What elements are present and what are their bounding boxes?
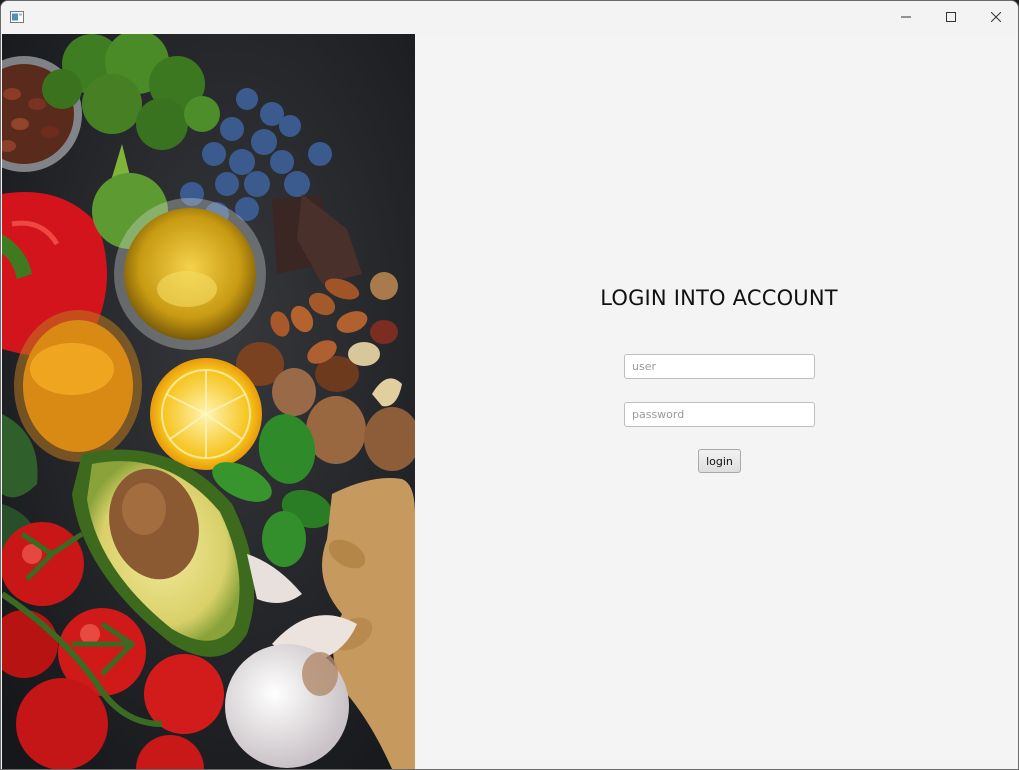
food-image	[2, 34, 415, 769]
login-button[interactable]: login	[698, 449, 741, 473]
maximize-icon	[946, 12, 956, 22]
minimize-button[interactable]	[883, 1, 929, 33]
close-button[interactable]	[973, 1, 1018, 33]
password-input[interactable]	[624, 402, 815, 427]
close-icon	[991, 12, 1001, 22]
app-icon	[10, 11, 24, 23]
turmeric-jar	[14, 310, 142, 462]
olive-oil-bowl	[114, 198, 266, 350]
login-panel: LOGIN INTO ACCOUNT login	[415, 34, 1018, 769]
login-title: LOGIN INTO ACCOUNT	[600, 286, 838, 310]
app-window: LOGIN INTO ACCOUNT login	[0, 0, 1019, 770]
lemon-slice	[150, 358, 262, 470]
user-input[interactable]	[624, 354, 815, 379]
title-bar[interactable]	[1, 1, 1018, 33]
maximize-button[interactable]	[928, 1, 974, 33]
food-illustration	[2, 34, 415, 769]
minimize-icon	[901, 16, 911, 18]
